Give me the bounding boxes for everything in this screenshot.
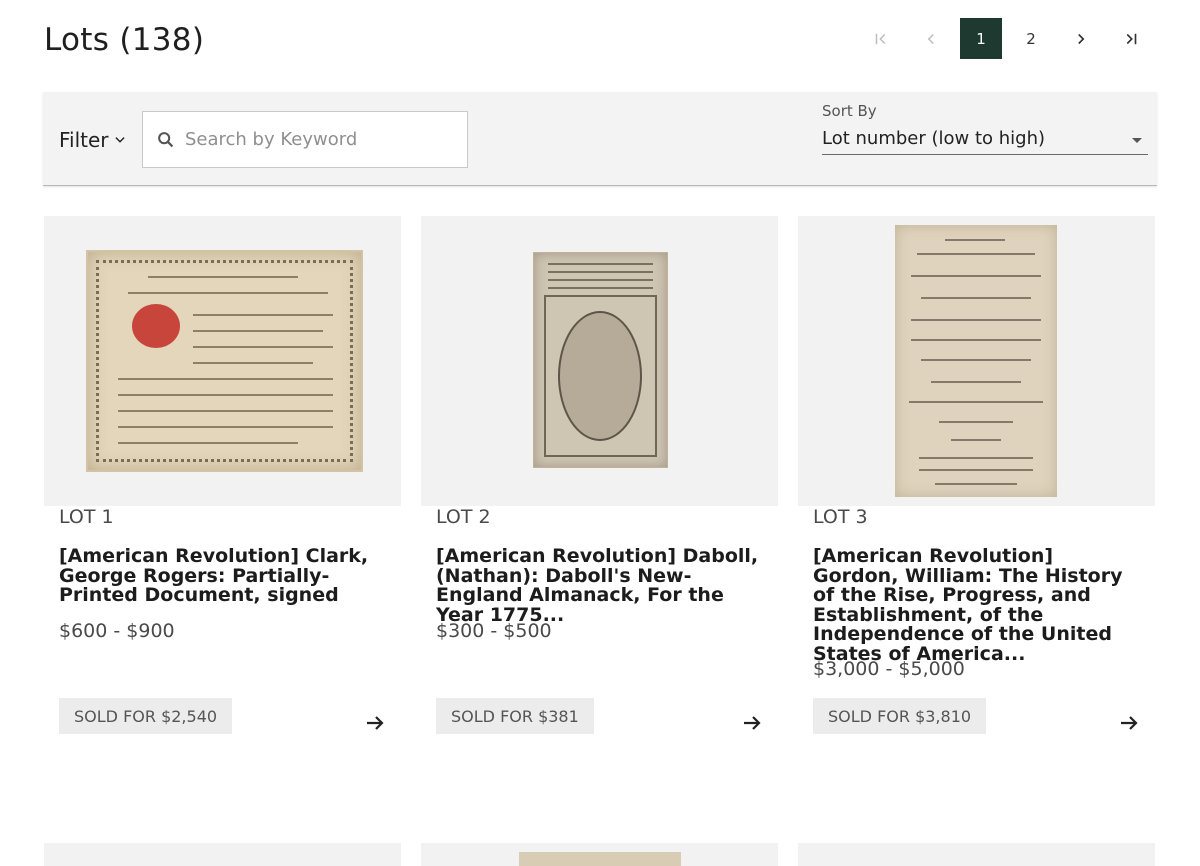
next-page-button[interactable]: [1060, 18, 1102, 59]
chevron-right-icon: [1078, 33, 1085, 44]
lot-image[interactable]: [798, 216, 1155, 506]
last-page-button[interactable]: [1110, 18, 1152, 59]
lot-estimate: $3,000 - $5,000: [813, 658, 965, 680]
page-title: Lots (138): [44, 22, 205, 58]
almanack-image: [533, 252, 668, 468]
search-box[interactable]: [142, 111, 468, 168]
lot-card-partial[interactable]: [421, 843, 778, 866]
arrow-right-icon[interactable]: [740, 711, 764, 735]
filter-label: Filter: [59, 128, 109, 152]
arrow-right-icon[interactable]: [1117, 711, 1141, 735]
lot-number: LOT 3: [813, 506, 868, 528]
lot-title[interactable]: [American Revolution] Daboll, (Nathan): …: [436, 546, 766, 625]
filter-bar: Filter Sort By Lot number (low to high): [43, 92, 1157, 186]
dropdown-caret-icon: [1132, 137, 1142, 143]
last-page-icon: [1126, 33, 1137, 44]
chevron-left-icon: [927, 33, 934, 44]
lot-card[interactable]: LOT 1 [American Revolution] Clark, Georg…: [44, 216, 401, 734]
search-input[interactable]: [185, 129, 455, 150]
sort-select[interactable]: Lot number (low to high): [822, 122, 1148, 155]
lot-card[interactable]: LOT 3 [American Revolution] Gordon, Will…: [798, 216, 1155, 734]
chevron-down-icon: [114, 137, 125, 143]
prev-page-button[interactable]: [910, 18, 952, 59]
history-book-image: [895, 225, 1057, 497]
arrow-right-icon[interactable]: [363, 711, 387, 735]
lot-estimate: $600 - $900: [59, 620, 175, 642]
sold-badge: SOLD FOR $2,540: [59, 698, 233, 734]
lot-estimate: $300 - $500: [436, 620, 552, 642]
first-page-icon: [875, 33, 886, 44]
sort-label: Sort By: [822, 102, 877, 120]
sold-badge: SOLD FOR $381: [436, 698, 594, 734]
lot-card-partial[interactable]: [798, 843, 1155, 866]
page-1-button[interactable]: 1: [960, 18, 1002, 59]
lot-image[interactable]: [421, 216, 778, 506]
warrant-document-image: [86, 250, 363, 472]
first-page-button[interactable]: [860, 18, 902, 59]
lot-image[interactable]: [44, 216, 401, 506]
lot-number: LOT 2: [436, 506, 491, 528]
sort-value: Lot number (low to high): [822, 127, 1046, 149]
lot-card[interactable]: LOT 2 [American Revolution] Daboll, (Nat…: [421, 216, 778, 734]
filter-button[interactable]: Filter: [59, 128, 127, 152]
lot-number: LOT 1: [59, 506, 114, 528]
pagination: 1 2: [860, 18, 1160, 59]
lot-title[interactable]: [American Revolution] Gordon, William: T…: [813, 546, 1143, 664]
page-2-button[interactable]: 2: [1010, 18, 1052, 59]
lot-card-partial[interactable]: [44, 843, 401, 866]
search-icon: [158, 131, 174, 147]
lot-title[interactable]: [American Revolution] Clark, George Roge…: [59, 546, 389, 606]
sold-badge: SOLD FOR $3,810: [813, 698, 987, 734]
